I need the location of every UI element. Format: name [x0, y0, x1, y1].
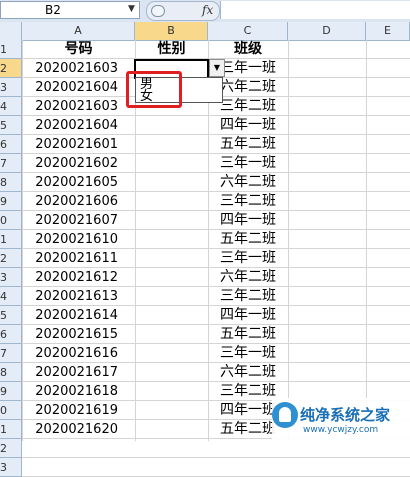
row-header[interactable]: 6	[0, 325, 22, 344]
watermark-title: 纯净系统之家	[300, 406, 391, 424]
highlight-box	[126, 71, 182, 108]
formula-bar: B2 ▼ fx	[0, 0, 410, 23]
cell-class[interactable]: 三年一班	[208, 344, 288, 363]
row-header[interactable]: 1	[0, 40, 22, 59]
row-header[interactable]: 7	[0, 154, 22, 173]
row-header[interactable]: 8	[0, 173, 22, 192]
row-header[interactable]: 6	[0, 135, 22, 154]
cell-number[interactable]: 2020021620	[22, 420, 135, 439]
cell-class[interactable]: 三年一班	[208, 249, 288, 268]
gridline-horizontal	[22, 457, 410, 458]
cell-number[interactable]: 2020021611	[22, 249, 135, 268]
column-header-b[interactable]: B	[135, 22, 208, 40]
cell-number[interactable]: 2020021614	[22, 306, 135, 325]
row-header[interactable]: 9	[0, 382, 22, 401]
header-class[interactable]: 班级	[208, 40, 288, 59]
row-header[interactable]: 4	[0, 287, 22, 306]
row-header[interactable]: 0	[0, 211, 22, 230]
column-header-d[interactable]: D	[288, 22, 366, 40]
cell-number[interactable]: 2020021619	[22, 401, 135, 420]
cell-class[interactable]: 四年一班	[208, 116, 288, 135]
row-header[interactable]: 2	[0, 59, 22, 78]
row-header[interactable]: 9	[0, 192, 22, 211]
cell-number[interactable]: 2020021613	[22, 287, 135, 306]
cell-number[interactable]: 2020021616	[22, 344, 135, 363]
watermark-url: www.ycwjzy.com	[303, 425, 379, 435]
name-box-dropdown-icon[interactable]: ▼	[128, 4, 135, 14]
row-header[interactable]: 4	[0, 97, 22, 116]
cell-number[interactable]: 2020021615	[22, 325, 135, 344]
cell-class[interactable]: 五年二班	[208, 230, 288, 249]
name-box[interactable]: B2 ▼	[0, 1, 140, 19]
cell-number[interactable]: 2020021602	[22, 154, 135, 173]
cell-number[interactable]: 2020021606	[22, 192, 135, 211]
row-header[interactable]: 3	[0, 268, 22, 287]
cell-number[interactable]: 2020021607	[22, 211, 135, 230]
cell-number[interactable]: 2020021618	[22, 382, 135, 401]
cell-number[interactable]: 2020021612	[22, 268, 135, 287]
cell-number[interactable]: 2020021604	[22, 116, 135, 135]
cell-number[interactable]: 2020021603	[22, 59, 135, 78]
cell-number[interactable]: 2020021610	[22, 230, 135, 249]
cell-class[interactable]: 四年一班	[208, 211, 288, 230]
cell-class[interactable]: 三年二班	[208, 192, 288, 211]
formula-bar-grip-icon[interactable]	[151, 5, 165, 17]
row-header[interactable]: 3	[0, 78, 22, 97]
header-gender[interactable]: 性别	[135, 40, 208, 59]
column-header-e[interactable]: E	[366, 22, 410, 40]
row-header[interactable]: 8	[0, 363, 22, 382]
cell-class[interactable]: 五年二班	[208, 135, 288, 154]
row-header[interactable]: 5	[0, 116, 22, 135]
cell-number[interactable]: 2020021604	[22, 78, 135, 97]
dropdown-arrow-icon[interactable]: ▼	[209, 59, 225, 77]
row-header[interactable]: 5	[0, 306, 22, 325]
column-header-c[interactable]: C	[208, 22, 288, 40]
insert-function-icon[interactable]: fx	[202, 3, 213, 17]
column-header-row: A B C D E	[0, 22, 410, 41]
cell-number[interactable]: 2020021617	[22, 363, 135, 382]
cell-class[interactable]: 六年二班	[208, 268, 288, 287]
row-header[interactable]: 1	[0, 420, 22, 439]
formula-input[interactable]	[220, 1, 410, 19]
row-header[interactable]: 1	[0, 230, 22, 249]
cell-class[interactable]: 三年一班	[208, 154, 288, 173]
cell-class[interactable]: 五年二班	[208, 325, 288, 344]
cell-class[interactable]: 六年二班	[208, 173, 288, 192]
row-header[interactable]: 7	[0, 344, 22, 363]
formula-controls: fx	[146, 1, 220, 21]
cell-number[interactable]: 2020021605	[22, 173, 135, 192]
header-number[interactable]: 号码	[22, 40, 135, 59]
watermark-logo-icon	[272, 402, 298, 428]
row-header[interactable]: 2	[0, 249, 22, 268]
watermark: 纯净系统之家 www.ycwjzy.com	[272, 398, 410, 441]
cell-class[interactable]: 四年一班	[208, 306, 288, 325]
select-all-corner[interactable]	[0, 22, 22, 40]
row-header[interactable]: 3	[0, 458, 22, 477]
row-header[interactable]: 2	[0, 439, 22, 458]
cell-number[interactable]: 2020021603	[22, 97, 135, 116]
column-header-a[interactable]: A	[22, 22, 135, 40]
row-header[interactable]: 0	[0, 401, 22, 420]
cell-class[interactable]: 六年二班	[208, 363, 288, 382]
name-box-value: B2	[45, 3, 61, 17]
cell-number[interactable]: 2020021601	[22, 135, 135, 154]
cell-class[interactable]: 三年二班	[208, 287, 288, 306]
